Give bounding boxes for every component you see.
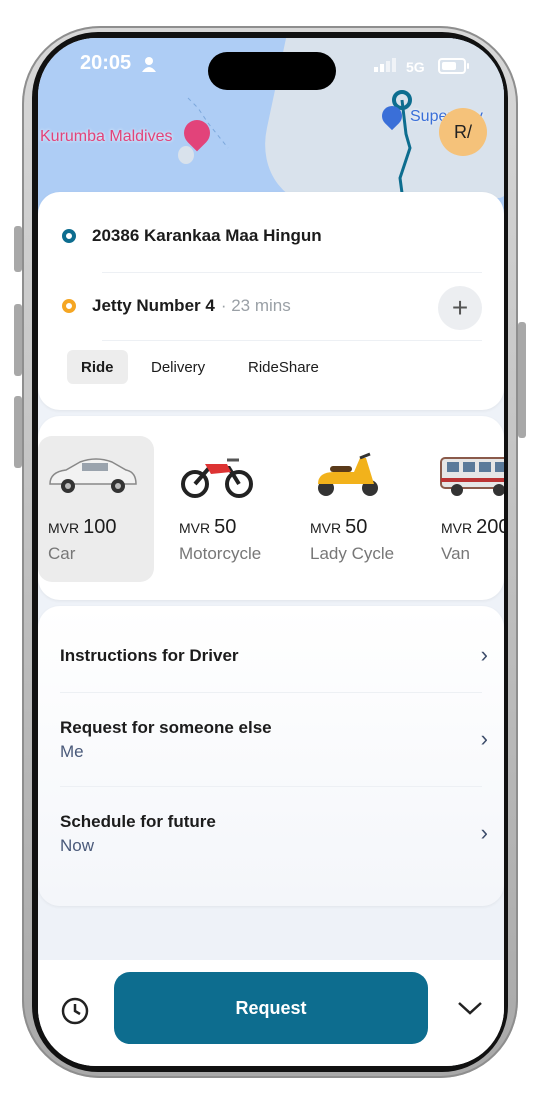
van-icon (440, 457, 504, 496)
option-title: Instructions for Driver (60, 646, 239, 665)
currency-label: MVR (441, 520, 473, 536)
dynamic-island (208, 52, 336, 90)
battery-icon (438, 58, 469, 74)
pickup-dot-icon (62, 229, 76, 243)
option-value: Me (60, 742, 84, 761)
option-title: Request for someone else (60, 718, 272, 737)
price-value: 200 (476, 516, 504, 538)
chevron-right-icon: › (480, 820, 488, 845)
plus-icon: + (451, 292, 469, 323)
dropoff-row[interactable]: Jetty Number 4 · 23 mins (62, 296, 291, 316)
chevron-right-icon: › (480, 726, 488, 751)
pickup-address: 20386 Karankaa Maa Hingun (92, 226, 322, 245)
signal-icon (374, 58, 396, 72)
vehicle-price: MVR 200 (441, 516, 504, 539)
price-value: 100 (83, 516, 117, 538)
vehicle-option-motorcycle[interactable]: MVR 50 Motorcycle (169, 436, 285, 582)
tab-ride[interactable]: Ride (67, 350, 128, 384)
option-request-for-someone[interactable]: Request for someone else Me › (60, 718, 488, 762)
vehicle-option-lady-cycle[interactable]: MVR 50 Lady Cycle (300, 436, 416, 582)
vehicle-name: Van (441, 544, 470, 563)
request-button[interactable]: Request (114, 972, 428, 1044)
dropoff-address: Jetty Number 4 (92, 296, 215, 315)
add-stop-button[interactable]: + (438, 286, 482, 330)
car-icon (49, 458, 137, 493)
price-value: 50 (214, 516, 237, 538)
currency-label: MVR (310, 520, 342, 536)
motorcycle-icon (181, 458, 253, 498)
divider (102, 340, 482, 341)
side-button (14, 226, 22, 272)
chevron-right-icon: › (480, 642, 488, 667)
app-screen: Kurumba Maldives Super t by R/ 20:05 5G … (38, 38, 504, 1066)
power-button (518, 322, 526, 438)
option-instructions[interactable]: Instructions for Driver › (60, 642, 488, 667)
vehicle-price: MVR 50 (179, 516, 236, 539)
pickup-row[interactable]: 20386 Karankaa Maa Hingun (62, 226, 322, 246)
option-value: Now (60, 836, 95, 855)
option-schedule[interactable]: Schedule for future Now › (60, 812, 488, 856)
vehicle-option-van[interactable]: MVR 200 Van (431, 436, 504, 582)
tab-delivery[interactable]: Delivery (137, 350, 219, 384)
vehicle-price: MVR 50 (310, 516, 367, 539)
vehicle-name: Lady Cycle (310, 544, 395, 563)
network-type: 5G (406, 59, 425, 75)
status-time: 20:05 (80, 52, 132, 74)
chevron-down-icon[interactable] (456, 998, 484, 1018)
options-card: Instructions for Driver › Request for so… (38, 606, 504, 906)
divider (60, 786, 482, 787)
currency-label: MVR (179, 520, 211, 536)
option-title: Schedule for future (60, 812, 216, 831)
dropoff-eta: · 23 mins (220, 296, 291, 315)
map-label-kurumba[interactable]: Kurumba Maldives (40, 128, 173, 146)
scooter-icon (318, 452, 378, 496)
person-icon (142, 57, 156, 72)
divider (102, 272, 482, 273)
dropoff-dot-icon (62, 299, 76, 313)
vehicle-option-car[interactable]: MVR 100 Car (38, 436, 154, 582)
vehicle-name: Motorcycle (179, 544, 262, 563)
clock-icon[interactable] (60, 996, 90, 1026)
currency-label: MVR (48, 520, 80, 536)
volume-up-button (14, 304, 22, 376)
home-indicator (186, 1058, 356, 1063)
price-value: 50 (345, 516, 368, 538)
vehicle-price: MVR 100 (48, 516, 117, 539)
avatar[interactable]: R/ (439, 108, 487, 156)
divider (60, 692, 482, 693)
tab-rideshare[interactable]: RideShare (234, 350, 333, 384)
vehicle-name: Car (48, 544, 76, 563)
status-bar: 20:05 5G (38, 38, 504, 90)
bottom-bar: Request (38, 960, 504, 1066)
volume-down-button (14, 396, 22, 468)
